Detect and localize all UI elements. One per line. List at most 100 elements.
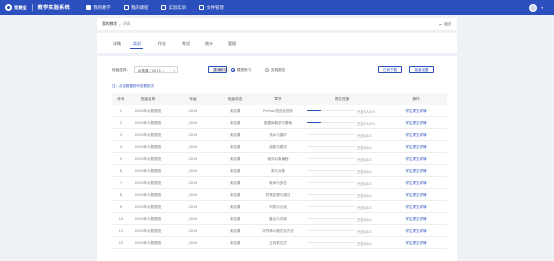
cell-class: 2020年大数据班	[134, 121, 162, 125]
progress-bar	[307, 242, 355, 244]
tab-exam[interactable]: 考试	[182, 41, 190, 47]
download-button[interactable]: 已到下载	[378, 66, 402, 73]
progress-text: 已交0/5人	[357, 170, 373, 174]
nav-item-label: 我的教学	[93, 5, 111, 11]
chevron-down-icon[interactable]: ▾	[541, 6, 543, 10]
cell-chapter: 流水与循环	[269, 133, 287, 137]
option-lab-report[interactable]: 实验报告	[271, 68, 285, 73]
cell-grade: 2015	[188, 169, 198, 173]
cell-no: 10	[118, 217, 124, 221]
class-select-label: 班级选择：	[112, 68, 130, 72]
cell-no: 12	[118, 241, 124, 245]
lab-icon	[161, 5, 167, 10]
table-row: 10 2020年大数据班 2015 未结课 集合与字典 已交0/5人 学生提交详情	[112, 213, 447, 225]
table-header: 序号 班级名称 年级 班级状态 章节 提交进度 操作	[112, 93, 447, 105]
nav-item-label: 文件管理	[206, 5, 224, 11]
cell-status: 未结课	[229, 109, 241, 113]
tab-manage[interactable]: 管理	[228, 41, 236, 47]
class-select-value: AI角课 / 2015 ...	[138, 68, 166, 73]
cell-grade: 2015	[188, 157, 198, 161]
table-row: 1 2020年大数据班 2015 未结课 Python语言及范例 已交5人/5人 学生提交详…	[112, 105, 447, 117]
submission-detail-link[interactable]: 学生提交详情	[406, 121, 427, 126]
radio-lab-report[interactable]	[265, 68, 269, 72]
nav-items: 我的教学 我的课程 实验实训 文件管理	[85, 5, 237, 11]
avatar[interactable]	[529, 3, 537, 12]
cell-no: 11	[118, 229, 124, 233]
cell-status: 未结课	[229, 181, 241, 185]
nav-item-label: 实验实训	[168, 5, 186, 11]
tab-detail[interactable]: 详情	[113, 41, 121, 47]
table-row: 4 2020年大数据班 2015 未结课 函数与模块 已交0/5人 学生提交详情	[112, 141, 447, 153]
nav-item-my-teaching[interactable]: 我的教学	[85, 5, 111, 11]
active-tab-indicator	[130, 48, 143, 49]
progress-text: 已交0/5人	[357, 134, 373, 138]
back-arrow-icon: ↩	[439, 21, 443, 27]
cell-chapter: 正则表达式	[269, 241, 287, 245]
course-icon	[123, 5, 129, 10]
cell-class: 2020年大数据班	[134, 193, 162, 197]
cell-status: 未结课	[229, 169, 241, 173]
cell-status: 未结课	[229, 157, 241, 161]
cell-class: 2020年大数据班	[134, 241, 162, 245]
back-button[interactable]: ↩ 返回	[439, 22, 451, 27]
radio-model-practice[interactable]	[231, 68, 235, 72]
table-row: 2 2020年大数据班 2015 未结课 数据库概念与基础 已交5人/5人 学生提交详情	[112, 117, 447, 129]
progress-text: 已交0/5人	[357, 206, 373, 210]
tab-homework[interactable]: 作业	[158, 41, 166, 47]
cell-chapter: 集合与字典	[269, 217, 287, 221]
table-row: 7 2020年大数据班 2015 未结课 继承与多态 已交0/5人 学生提交详情	[112, 177, 447, 189]
submission-detail-link[interactable]: 学生提交详情	[406, 145, 427, 150]
nav-item-labs[interactable]: 实验实训	[161, 5, 186, 11]
submission-detail-link[interactable]: 学生提交详情	[406, 169, 427, 174]
cell-grade: 2015	[188, 229, 198, 233]
cell-grade: 2015	[188, 217, 198, 221]
cell-chapter: 异常处理与调试	[265, 193, 291, 197]
nav-item-my-courses[interactable]: 我的课程	[123, 5, 148, 11]
header-bar: 我的教学 / 详情 ↩ 返回	[97, 18, 457, 30]
submission-detail-link[interactable]: 学生提交详情	[406, 205, 427, 210]
tab-training[interactable]: 实训	[133, 41, 141, 47]
submission-detail-link[interactable]: 学生提交详情	[406, 229, 427, 234]
breadcrumb-page: 详情	[122, 21, 131, 26]
cell-status: 未结课	[229, 121, 241, 125]
cell-no: 4	[119, 145, 123, 149]
submission-detail-link[interactable]: 学生提交详情	[406, 157, 427, 162]
logo-text: 竞赛宝	[14, 4, 27, 10]
submission-detail-link[interactable]: 学生提交详情	[406, 133, 427, 138]
cell-class: 2020年大数据班	[134, 109, 162, 113]
option-model-practice[interactable]: 模型练习	[237, 68, 251, 73]
cell-grade: 2015	[188, 109, 198, 113]
submission-detail-link[interactable]: 学生提交详情	[406, 109, 427, 114]
submission-detail-link[interactable]: 学生提交详情	[406, 193, 427, 198]
progress-text: 已交5人/5人	[357, 122, 376, 126]
submission-detail-link[interactable]: 学生提交详情	[406, 217, 427, 222]
mode-label: 查阅模型：	[213, 68, 231, 72]
progress-text: 已交0/5人	[357, 146, 373, 150]
logo[interactable]: 竞赛宝	[5, 4, 27, 11]
progress-text: 已交0/5人	[357, 242, 373, 246]
back-label: 返回	[443, 21, 451, 26]
cell-grade: 2015	[188, 241, 198, 245]
cell-chapter: 字符串与格式化方法	[262, 229, 294, 233]
cell-chapter: 继承与多态	[269, 181, 287, 185]
progress-bar	[307, 230, 355, 232]
table-row: 3 2020年大数据班 2015 未结课 流水与循环 已交0/5人 学生提交详情	[112, 129, 447, 141]
progress-text: 已交0/5人	[357, 182, 373, 186]
cell-class: 2020年大数据班	[134, 205, 162, 209]
cell-chapter: Python语言及范例	[263, 109, 293, 113]
breadcrumb-current[interactable]: 我的教学	[102, 21, 117, 27]
progress-fill	[307, 122, 322, 124]
cell-class: 2020年大数据班	[134, 217, 162, 221]
nav-item-files[interactable]: 文件管理	[198, 5, 224, 11]
class-select[interactable]: AI角课 / 2015 ... ▾	[134, 66, 178, 73]
cell-status: 未结课	[229, 217, 241, 221]
table-row: 8 2020年大数据班 2015 未结课 异常处理与调试 已交0/5人 学生提交详情	[112, 189, 447, 201]
batch-settings-button[interactable]: 批量设置	[409, 66, 434, 73]
cell-no: 7	[119, 181, 123, 185]
info-note[interactable]: 注：点击数据即可查看批次	[112, 84, 154, 89]
submission-detail-link[interactable]: 学生提交详情	[406, 241, 427, 246]
tab-stats[interactable]: 统计	[205, 41, 213, 47]
cell-class: 2020年大数据班	[134, 133, 162, 137]
submission-detail-link[interactable]: 学生提交详情	[406, 181, 427, 186]
cell-class: 2020年大数据班	[134, 169, 162, 173]
